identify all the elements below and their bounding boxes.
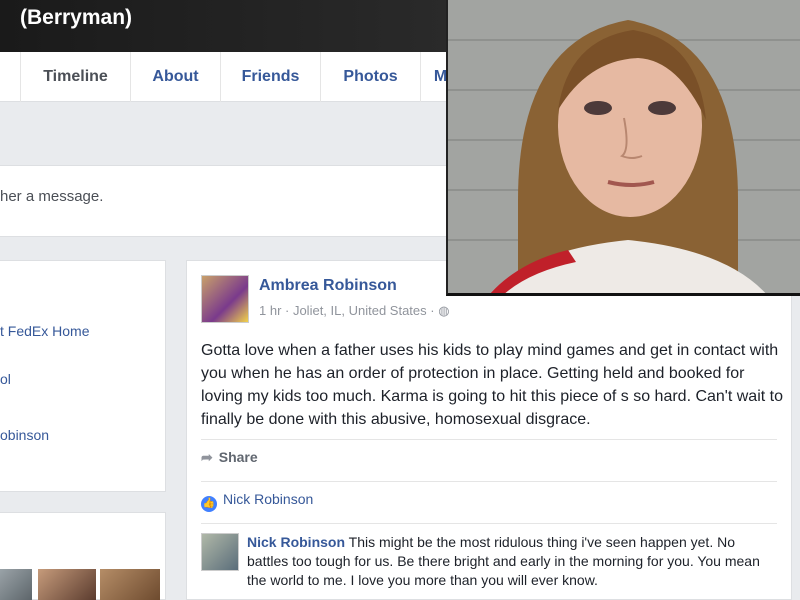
photo-thumbnail[interactable] xyxy=(38,569,96,600)
share-label: Share xyxy=(218,449,258,465)
intro-card: t FedEx Home ol obinson xyxy=(0,260,166,492)
post-divider xyxy=(201,439,777,440)
inset-photo xyxy=(446,0,800,296)
timeline-post: Ambrea Robinson 1 hr · Joliet, IL, Unite… xyxy=(186,260,792,600)
portrait-illustration xyxy=(448,0,800,293)
likes-summary[interactable]: 👍 Nick Robinson xyxy=(201,491,313,512)
tab-photos[interactable]: Photos xyxy=(320,52,420,102)
photo-thumbnail[interactable] xyxy=(0,569,32,600)
profile-name[interactable]: (Berryman) xyxy=(20,6,132,30)
share-button[interactable]: ➦ Share xyxy=(201,449,258,466)
post-meta[interactable]: 1 hr · Joliet, IL, United States · ◍ xyxy=(259,303,450,319)
comment-author[interactable]: Nick Robinson xyxy=(247,534,345,550)
post-author[interactable]: Ambrea Robinson xyxy=(259,277,397,295)
share-arrow-icon: ➦ xyxy=(201,449,213,465)
comment: Nick Robinson This might be the most rid… xyxy=(247,533,767,590)
photo-thumbnail[interactable] xyxy=(100,569,160,600)
intro-work[interactable]: t FedEx Home xyxy=(0,323,89,339)
message-prompt[interactable]: her a message. xyxy=(0,188,103,205)
message-composer[interactable]: her a message. xyxy=(0,165,452,237)
intro-school[interactable]: ol xyxy=(0,371,11,387)
tab-timeline[interactable]: Timeline xyxy=(20,52,130,102)
post-divider xyxy=(201,523,777,524)
tab-about[interactable]: About xyxy=(130,52,220,102)
photos-card xyxy=(0,512,166,600)
intro-relationship[interactable]: obinson xyxy=(0,427,49,443)
author-avatar[interactable] xyxy=(201,275,249,323)
post-divider xyxy=(201,481,777,482)
commenter-avatar[interactable] xyxy=(201,533,239,571)
tab-friends[interactable]: Friends xyxy=(220,52,320,102)
post-text: Gotta love when a father uses his kids t… xyxy=(201,342,783,428)
thumbs-up-icon: 👍 xyxy=(201,496,217,512)
likes-name: Nick Robinson xyxy=(223,491,314,507)
